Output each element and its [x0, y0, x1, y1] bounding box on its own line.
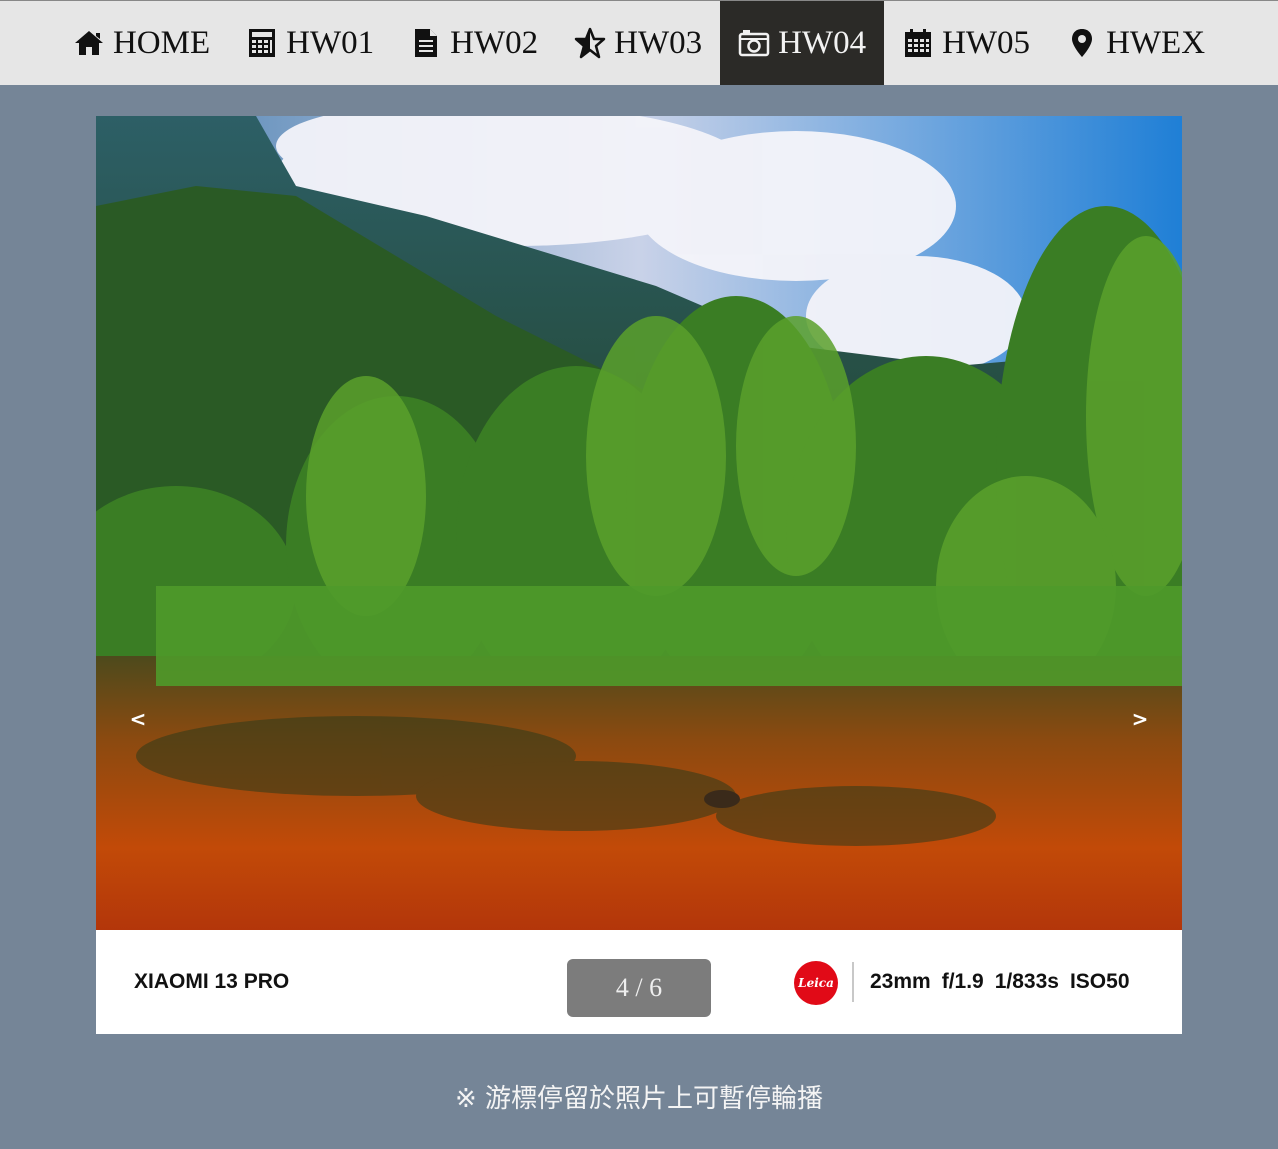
- pause-hint: ※ 游標停留於照片上可暫停輪播: [454, 1084, 824, 1114]
- nav-hw02-label: HW02: [450, 24, 539, 61]
- leica-logo: Leica: [794, 961, 838, 1005]
- nav-hw01-label: HW01: [286, 24, 375, 61]
- device-name: XIAOMI 13 PRO: [134, 970, 290, 993]
- nav-hw01[interactable]: HW01: [228, 1, 392, 85]
- caption-divider: [852, 962, 854, 1002]
- calculator-icon: [249, 29, 276, 57]
- exif-info: 23mm f/1.9 1/833s ISO50: [870, 930, 1130, 1034]
- nav-home[interactable]: HOME: [55, 1, 228, 85]
- photo-slideshow[interactable]: < > XIAOMI 13 PRO 4 / 6 Leica 23mm f/1.9…: [96, 116, 1182, 1034]
- nav-hw04[interactable]: HW04: [720, 1, 885, 85]
- nav-home-label: HOME: [112, 24, 211, 61]
- star-half-icon: [574, 27, 606, 59]
- nav-hw05-label: HW05: [942, 24, 1031, 61]
- exif-aperture: f/1.9: [941, 970, 984, 993]
- exif-iso: ISO50: [1069, 970, 1130, 993]
- slide-photo[interactable]: < >: [96, 116, 1182, 930]
- prev-slide-button[interactable]: <: [123, 701, 153, 737]
- nav-hw03[interactable]: HW03: [556, 1, 720, 85]
- landscape-photo: [96, 116, 1182, 930]
- nav-hw03-label: HW03: [614, 24, 703, 61]
- nav-hw04-label: HW04: [778, 24, 867, 61]
- camera-icon: [738, 30, 770, 57]
- slide-counter: 4 / 6: [567, 959, 711, 1017]
- photo-caption-bar: XIAOMI 13 PRO 4 / 6 Leica 23mm f/1.9 1/8…: [96, 930, 1182, 1034]
- document-icon: [415, 29, 438, 57]
- exif-shutter: 1/833s: [994, 970, 1059, 993]
- map-pin-icon: [1072, 29, 1093, 57]
- nav-hwex[interactable]: HWEX: [1048, 1, 1223, 85]
- exif-focal: 23mm: [870, 970, 931, 993]
- nav-hw02[interactable]: HW02: [392, 1, 556, 85]
- leica-logo-text: Leica: [798, 976, 834, 990]
- calendar-icon: [905, 29, 932, 57]
- next-slide-button[interactable]: >: [1125, 701, 1155, 737]
- home-icon: [74, 31, 103, 55]
- nav-hwex-label: HWEX: [1106, 24, 1206, 61]
- nav-hw05[interactable]: HW05: [884, 1, 1048, 85]
- top-navbar: HOME HW01 HW02 HW03 HW04 HW05 HWEX: [0, 0, 1278, 85]
